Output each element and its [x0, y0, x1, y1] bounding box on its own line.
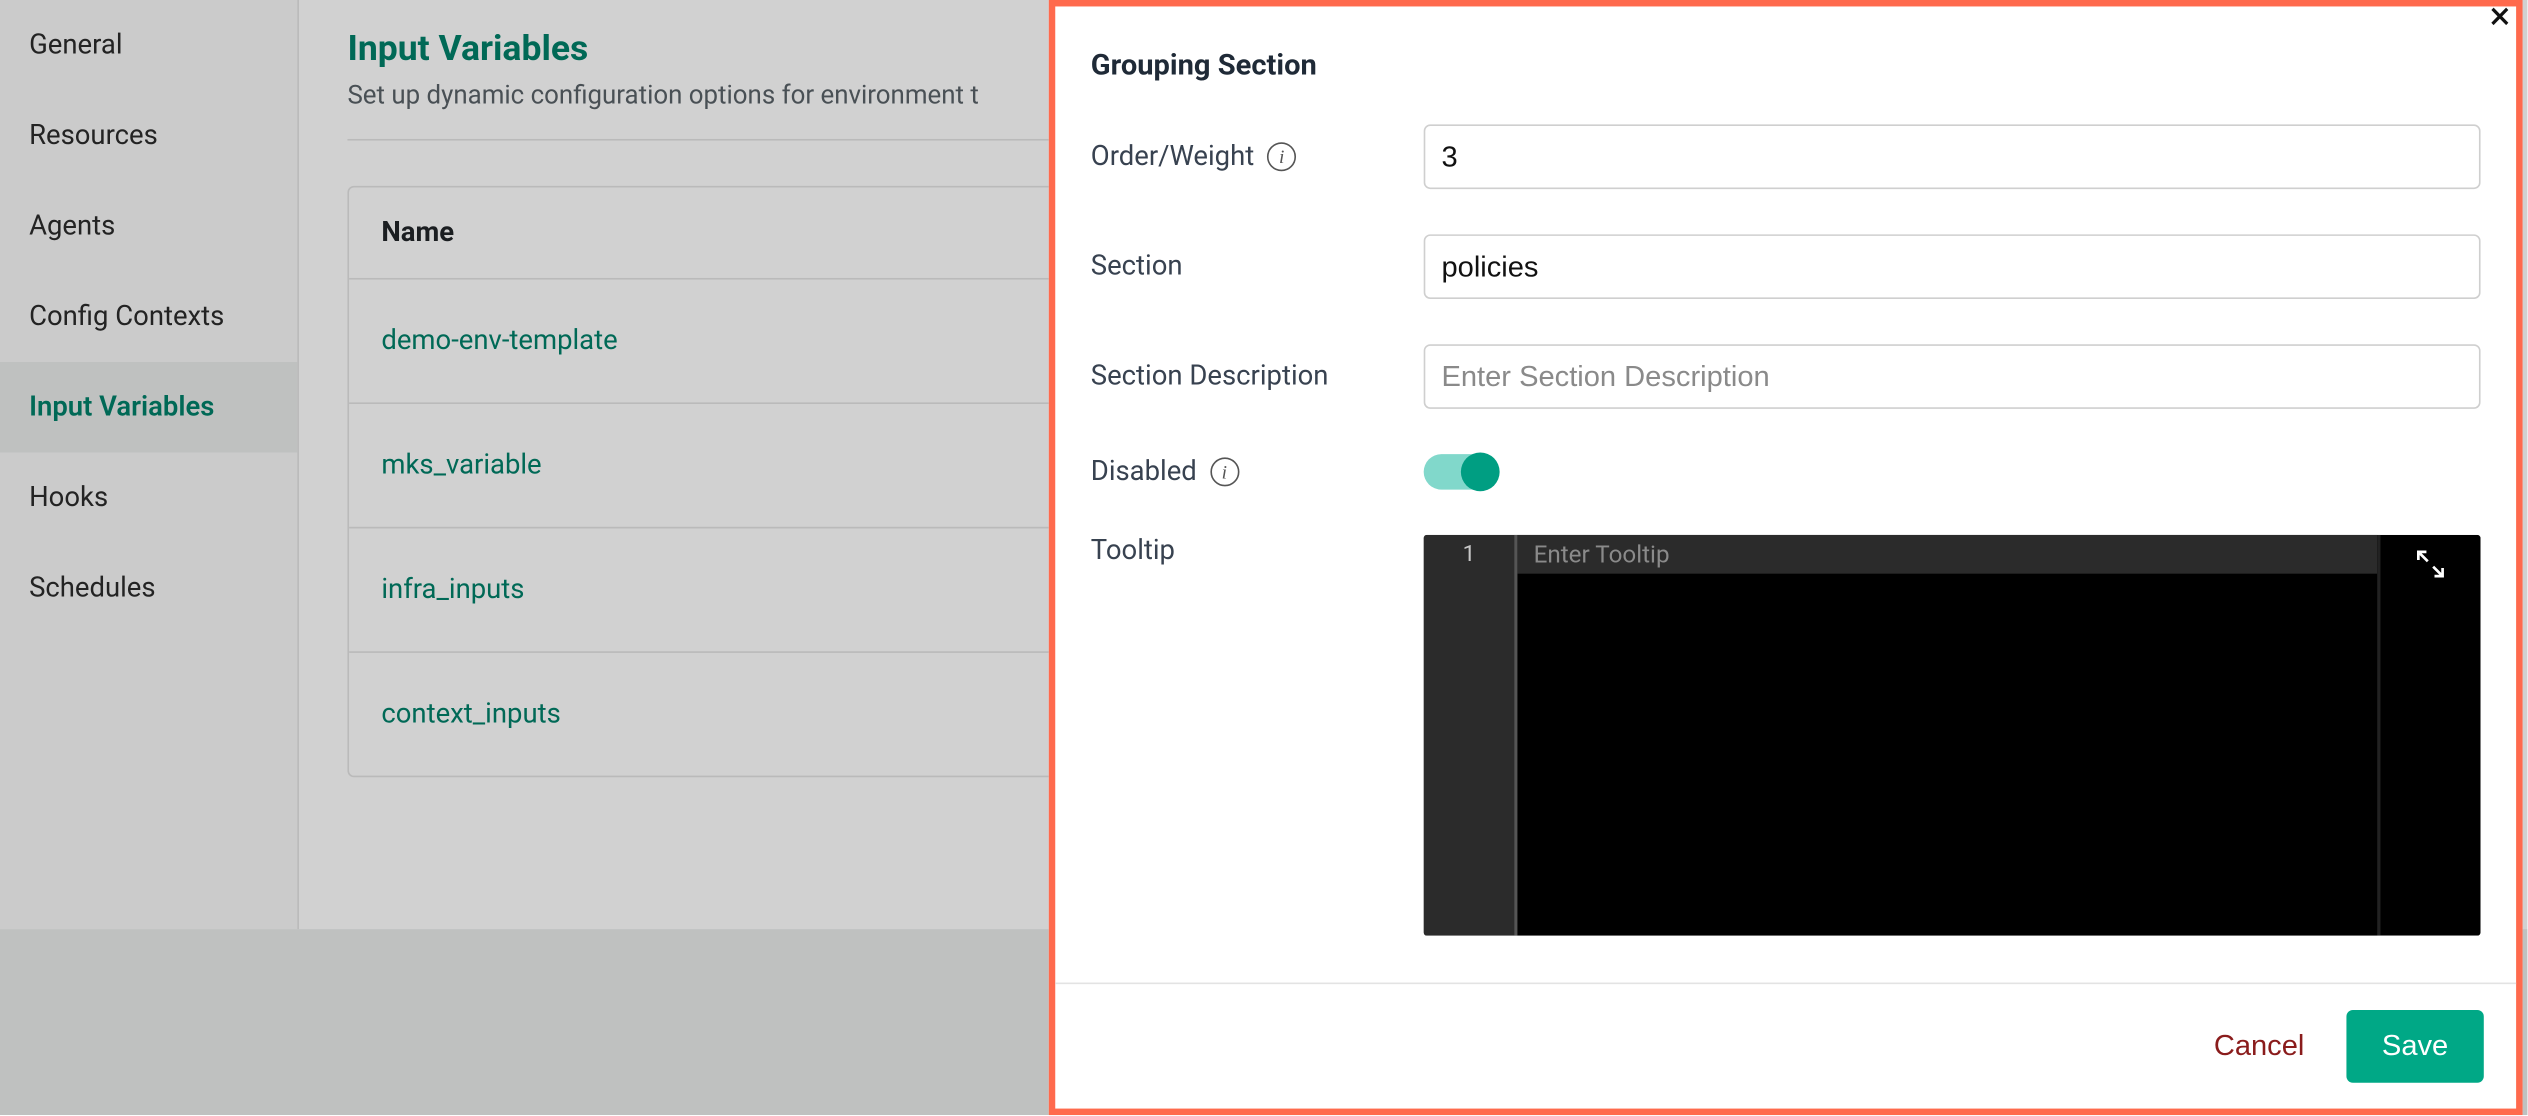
sidebar-item-input-variables[interactable]: Input Variables — [0, 362, 297, 452]
sidebar-item-general[interactable]: General — [0, 0, 297, 90]
info-icon[interactable]: i — [1210, 457, 1239, 486]
section-description-label: Section Description — [1091, 360, 1424, 392]
sidebar: General Resources Agents Config Contexts… — [0, 0, 299, 929]
disabled-label: Disabled i — [1091, 456, 1424, 488]
editor-gutter: 1 — [1424, 535, 1514, 936]
tooltip-editor: 1 Enter Tooltip — [1424, 535, 2481, 936]
grouping-section-modal: × Grouping Section Order/Weight i Sectio… — [1049, 0, 2523, 1115]
modal-footer: Cancel Save — [1055, 983, 2516, 1109]
sidebar-item-agents[interactable]: Agents — [0, 181, 297, 271]
section-description-input[interactable] — [1424, 344, 2481, 409]
order-weight-label: Order/Weight i — [1091, 141, 1424, 173]
sidebar-item-resources[interactable]: Resources — [0, 90, 297, 180]
info-icon[interactable]: i — [1267, 142, 1296, 171]
section-label: Section — [1091, 250, 1424, 282]
disabled-toggle[interactable] — [1424, 454, 1498, 490]
modal-title: Grouping Section — [1091, 48, 2481, 82]
cancel-button[interactable]: Cancel — [2214, 1029, 2305, 1063]
sidebar-item-schedules[interactable]: Schedules — [0, 543, 297, 633]
close-icon[interactable]: × — [2484, 0, 2516, 29]
expand-icon[interactable] — [2380, 535, 2480, 936]
section-input[interactable] — [1424, 234, 2481, 299]
sidebar-item-config-contexts[interactable]: Config Contexts — [0, 271, 297, 361]
save-button[interactable]: Save — [2346, 1010, 2483, 1083]
tooltip-label: Tooltip — [1091, 535, 1424, 567]
sidebar-item-hooks[interactable]: Hooks — [0, 452, 297, 542]
order-weight-input[interactable] — [1424, 124, 2481, 189]
tooltip-code-input[interactable]: Enter Tooltip — [1514, 535, 2377, 936]
